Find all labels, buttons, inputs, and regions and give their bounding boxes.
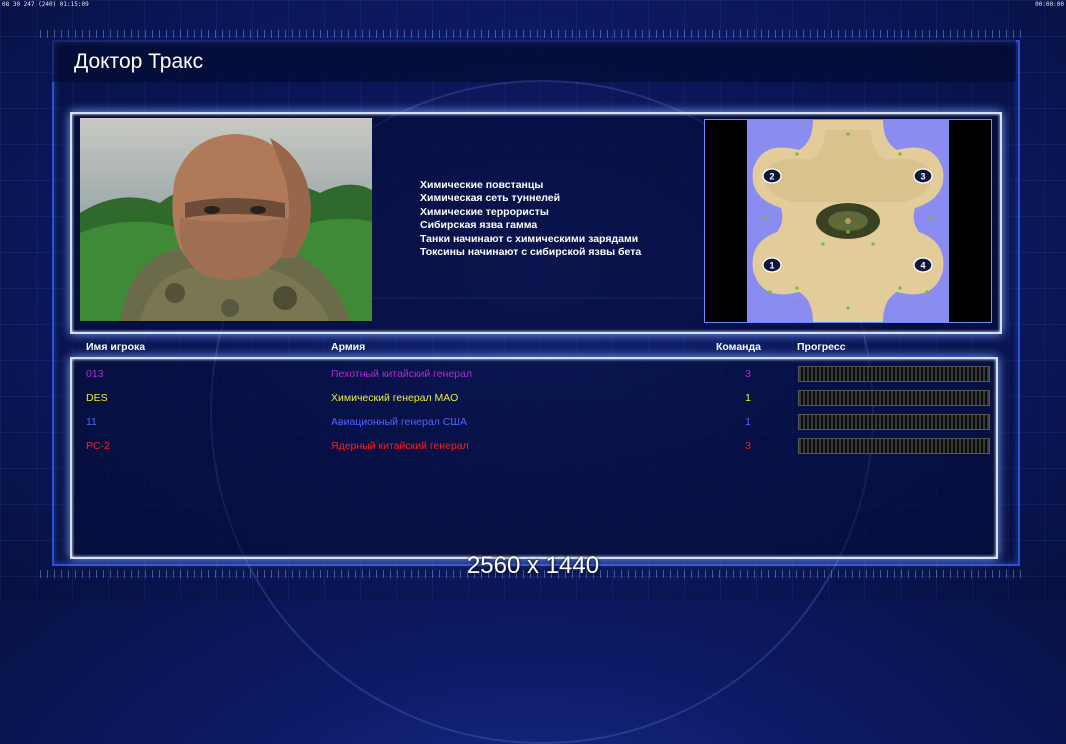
ability-line: Химические террористы xyxy=(420,205,549,218)
ability-line: Химические повстанцы xyxy=(420,179,544,191)
player-row: 013 Пехотный китайский генерал 3 xyxy=(0,364,1066,384)
player-team: 1 xyxy=(745,392,751,404)
svg-text:2: 2 xyxy=(769,172,774,182)
ability-line: Химическая сеть туннелей xyxy=(420,192,561,205)
player-team: 3 xyxy=(745,368,751,380)
player-name: 11 xyxy=(86,416,97,428)
player-army: Химический генерал МАО xyxy=(331,392,459,404)
start-position-marker: 3 xyxy=(913,168,933,184)
ability-line: Танки начинают с химическими зарядами xyxy=(420,232,639,245)
svg-text:1: 1 xyxy=(769,261,774,271)
player-army: Пехотный китайский генерал xyxy=(331,368,473,380)
player-team: 3 xyxy=(745,440,751,452)
general-abilities-list: Химические повстанцы Химическая сеть тун… xyxy=(420,179,641,259)
player-progress-bar xyxy=(798,438,990,454)
player-progress-bar xyxy=(798,390,990,406)
svg-text:3: 3 xyxy=(920,172,925,182)
resolution-caption: 2560 x 1440 xyxy=(466,552,600,579)
start-position-marker: 1 xyxy=(762,257,782,273)
player-row: 11 Авиационный генерал США 1 xyxy=(0,412,1066,432)
player-progress-bar xyxy=(798,414,990,430)
map-image: 2 3 1 4 xyxy=(747,120,949,322)
start-position-marker: 4 xyxy=(913,257,933,273)
column-header-progress: Прогресс xyxy=(797,341,846,353)
player-name: DES xyxy=(86,392,108,404)
player-name: 013 xyxy=(86,368,104,380)
column-header-player-name: Имя игрока xyxy=(86,341,146,353)
portrait-image xyxy=(80,118,372,321)
player-army: Авиационный генерал США xyxy=(331,416,467,428)
general-name-title: Доктор Тракс xyxy=(74,50,204,73)
column-header-team: Команда xyxy=(716,341,761,353)
top-ruler xyxy=(40,30,1026,38)
column-header-army: Армия xyxy=(331,341,366,353)
ability-line: Токсины начинают с сибирской язвы бета xyxy=(420,246,642,259)
player-progress-bar xyxy=(798,366,990,382)
player-row: PC-2 Ядерный китайский генерал 3 xyxy=(0,436,1066,456)
start-position-marker: 2 xyxy=(762,168,782,184)
player-army: Ядерный китайский генерал xyxy=(331,440,469,452)
hud-clock: 00:00:00 xyxy=(1035,1,1064,8)
player-team: 1 xyxy=(745,416,751,428)
map-preview: 2 3 1 4 xyxy=(704,119,992,323)
player-row: DES Химический генерал МАО 1 xyxy=(0,388,1066,408)
ability-line: Сибирская язва гамма xyxy=(420,219,538,232)
hud-stats: 08 30 247 (240) 01:15:09 xyxy=(2,1,89,8)
svg-text:4: 4 xyxy=(920,261,925,271)
player-name: PC-2 xyxy=(86,440,110,452)
general-portrait xyxy=(80,118,372,321)
